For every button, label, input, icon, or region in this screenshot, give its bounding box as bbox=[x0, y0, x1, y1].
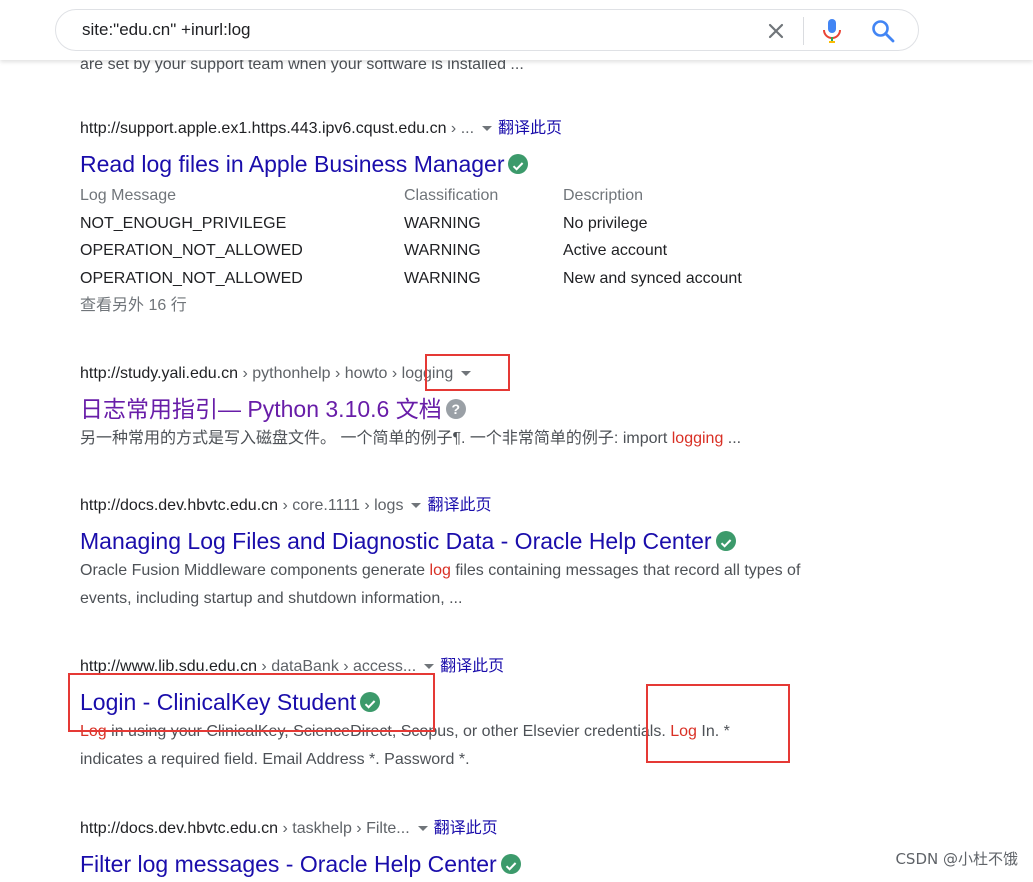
search-input[interactable]: site:"edu.cn" +inurl:log bbox=[82, 20, 250, 40]
watermark: CSDN @小杜不饿 bbox=[895, 850, 1018, 868]
verified-check-icon bbox=[500, 853, 521, 874]
table-row: OPERATION_NOT_ALLOWED WARNING Active acc… bbox=[80, 242, 668, 259]
question-icon: ? bbox=[445, 398, 466, 419]
divider bbox=[803, 17, 804, 45]
search-result: http://docs.dev.hbvtc.edu.cn › core.1111… bbox=[80, 495, 840, 613]
dropdown-icon[interactable] bbox=[461, 371, 472, 377]
verified-check-icon bbox=[360, 691, 381, 712]
search-header: site:"edu.cn" +inurl:log bbox=[0, 0, 1033, 60]
result-title[interactable]: Managing Log Files and Diagnostic Data -… bbox=[80, 527, 840, 555]
result-title[interactable]: Filter log messages - Oracle Help Center bbox=[80, 850, 840, 878]
result-description: Log in using your ClinicalKey, ScienceDi… bbox=[80, 723, 730, 768]
path-logging: logging bbox=[401, 365, 454, 382]
result-url[interactable]: http://docs.dev.hbvtc.edu.cn › taskhelp … bbox=[80, 818, 840, 840]
translate-link[interactable]: 翻译此页 bbox=[434, 820, 498, 837]
more-rows-link[interactable]: 查看另外 16 行 bbox=[80, 292, 840, 320]
dropdown-icon[interactable] bbox=[411, 503, 422, 509]
verified-check-icon bbox=[715, 530, 736, 551]
result-url[interactable]: http://docs.dev.hbvtc.edu.cn › core.1111… bbox=[80, 495, 840, 517]
result-title[interactable]: Login - ClinicalKey Student bbox=[80, 688, 840, 716]
table-row: NOT_ENOUGH_PRIVILEGE WARNING No privileg… bbox=[80, 214, 648, 232]
result-url[interactable]: http://study.yali.edu.cn › pythonhelp › … bbox=[80, 363, 840, 385]
microphone-icon[interactable] bbox=[820, 17, 844, 45]
result-url[interactable]: http://support.apple.ex1.https.443.ipv6.… bbox=[80, 118, 840, 140]
table-header: Log Message Classification Description bbox=[80, 187, 644, 204]
dropdown-icon[interactable] bbox=[424, 664, 435, 670]
dropdown-icon[interactable] bbox=[482, 126, 493, 132]
search-box[interactable]: site:"edu.cn" +inurl:log bbox=[55, 9, 919, 51]
search-result: http://docs.dev.hbvtc.edu.cn › taskhelp … bbox=[80, 818, 840, 878]
dropdown-icon[interactable] bbox=[417, 826, 428, 832]
clear-icon[interactable] bbox=[764, 19, 788, 43]
result-title[interactable]: Read log files in Apple Business Manager bbox=[80, 150, 840, 178]
translate-link[interactable]: 翻译此页 bbox=[498, 120, 562, 137]
search-result: http://study.yali.edu.cn › pythonhelp › … bbox=[80, 363, 840, 453]
result-description: Oracle Fusion Middleware components gene… bbox=[80, 562, 801, 607]
search-icon[interactable] bbox=[870, 18, 896, 44]
translate-link[interactable]: 翻译此页 bbox=[427, 497, 491, 514]
result-title[interactable]: 日志常用指引— Python 3.10.6 文档? bbox=[80, 395, 840, 423]
search-result: http://support.apple.ex1.https.443.ipv6.… bbox=[80, 118, 840, 320]
result-description: 另一种常用的方式是写入磁盘文件。 一个简单的例子¶. 一个非常简单的例子: im… bbox=[80, 430, 742, 447]
result-table: Log Message Classification Description N… bbox=[80, 182, 840, 292]
table-row: OPERATION_NOT_ALLOWED WARNING New and sy… bbox=[80, 269, 742, 287]
result-url[interactable]: http://www.lib.sdu.edu.cn › dataBank › a… bbox=[80, 656, 840, 678]
search-result: http://www.lib.sdu.edu.cn › dataBank › a… bbox=[80, 656, 840, 774]
verified-check-icon bbox=[508, 153, 529, 174]
translate-link[interactable]: 翻译此页 bbox=[440, 658, 504, 675]
